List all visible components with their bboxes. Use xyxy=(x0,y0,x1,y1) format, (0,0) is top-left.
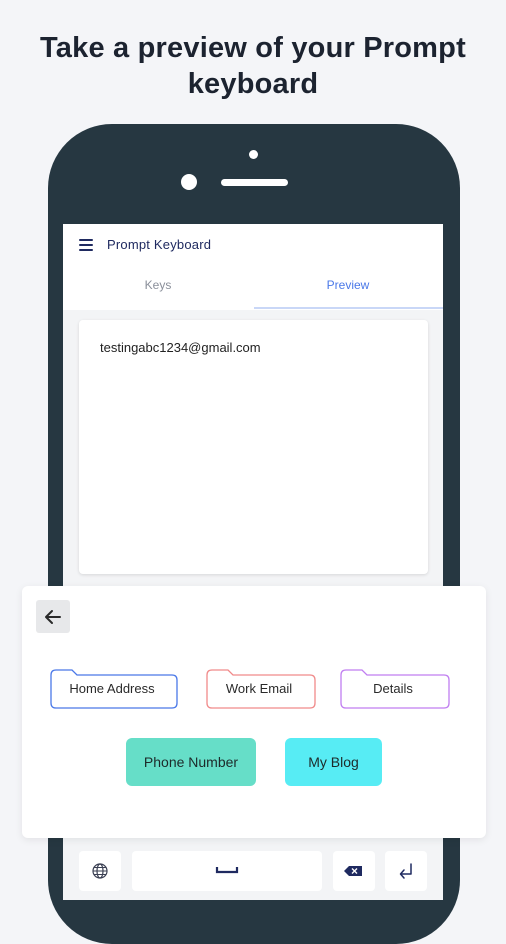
globe-key[interactable] xyxy=(79,851,121,891)
folder-label: Details xyxy=(373,681,413,696)
prompt-phone-number[interactable]: Phone Number xyxy=(126,738,256,786)
front-camera xyxy=(181,174,197,190)
folder-details[interactable]: Details xyxy=(340,668,450,709)
space-key[interactable] xyxy=(132,851,322,891)
earpiece-speaker xyxy=(221,179,288,186)
folder-label: Home Address xyxy=(69,681,155,696)
globe-icon xyxy=(92,863,108,879)
sensor-dot xyxy=(249,150,258,159)
app-title: Prompt Keyboard xyxy=(107,237,212,252)
app-bar: Prompt Keyboard Keys Preview xyxy=(63,224,443,310)
space-bar-icon xyxy=(215,867,239,874)
prompt-keyboard-panel: Home Address Work Email Details Phone Nu… xyxy=(22,586,486,838)
enter-icon xyxy=(399,863,412,879)
tab-preview[interactable]: Preview xyxy=(253,278,443,292)
folder-home-address[interactable]: Home Address xyxy=(50,668,178,709)
backspace-icon xyxy=(344,866,362,876)
back-button[interactable] xyxy=(36,600,70,633)
folder-label: Work Email xyxy=(225,681,293,696)
prompt-my-blog[interactable]: My Blog xyxy=(285,738,382,786)
arrow-left-icon xyxy=(45,610,61,624)
tab-keys[interactable]: Keys xyxy=(63,278,253,292)
preview-text: testingabc1234@gmail.com xyxy=(100,340,261,355)
headline-line-2: keyboard xyxy=(187,68,319,100)
active-tab-indicator xyxy=(254,307,443,309)
enter-key[interactable] xyxy=(385,851,427,891)
headline: Take a preview of your Prompt keyboard xyxy=(0,30,506,102)
folder-work-email[interactable]: Work Email xyxy=(206,668,316,709)
hamburger-icon[interactable] xyxy=(79,239,93,251)
preview-card[interactable]: testingabc1234@gmail.com xyxy=(79,320,428,574)
headline-line-1: Take a preview of your Prompt xyxy=(40,32,466,64)
backspace-key[interactable] xyxy=(333,851,375,891)
